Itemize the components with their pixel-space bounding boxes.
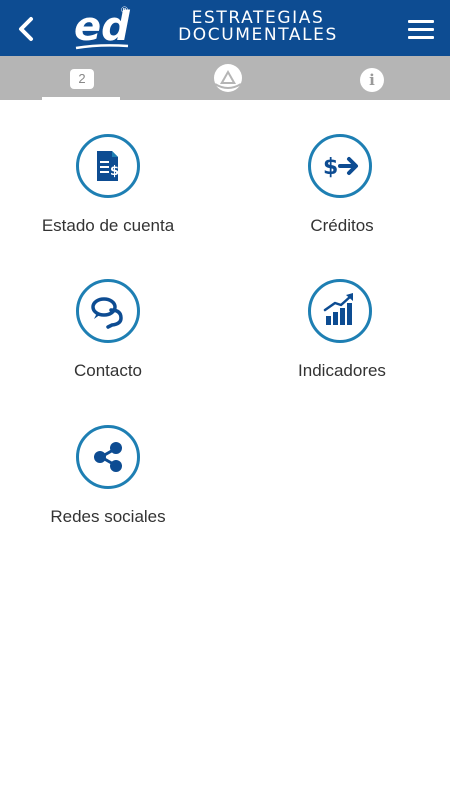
- menu-item-label: Contacto: [73, 361, 143, 380]
- menu-item-estado-de-cuenta[interactable]: $ Estado de cuenta: [8, 134, 208, 244]
- menu-item-creditos[interactable]: $ Créditos: [242, 134, 442, 244]
- svg-text:$: $: [323, 155, 338, 180]
- share-icon: [76, 425, 140, 489]
- menu-item-label: Créditos: [310, 216, 374, 235]
- notification-badge: 2: [70, 69, 94, 89]
- menu-item-label: Indicadores: [298, 361, 386, 380]
- info-icon: i: [360, 68, 384, 92]
- logo-registered-mark: ®: [120, 6, 129, 16]
- chat-bubbles-icon: [76, 279, 140, 343]
- invoice-dollar-icon: $: [76, 134, 140, 198]
- tab-bar: 2 i: [0, 56, 450, 100]
- hamburger-menu-icon: [408, 20, 436, 39]
- menu-item-indicadores[interactable]: Indicadores: [242, 279, 442, 389]
- menu-item-contacto[interactable]: Contacto: [8, 279, 208, 389]
- bar-chart-trend-icon: [308, 279, 372, 343]
- active-tab-indicator: [42, 97, 120, 100]
- svg-text:$: $: [110, 164, 119, 179]
- menu-button[interactable]: [408, 20, 436, 42]
- menu-item-redes-sociales[interactable]: Redes sociales: [8, 425, 208, 535]
- app-header: ed ® ESTRATEGIAS DOCUMENTALES: [0, 0, 450, 56]
- menu-item-label: Redes sociales: [50, 507, 166, 526]
- tab-info[interactable]: i: [352, 56, 392, 100]
- dollar-arrow-icon: $: [308, 134, 372, 198]
- brand-logo: ed ®: [70, 2, 136, 54]
- tab-home[interactable]: [208, 56, 248, 100]
- chevron-left-icon: [19, 17, 33, 41]
- menu-item-label: Estado de cuenta: [41, 216, 175, 235]
- tab-notifications[interactable]: 2: [42, 56, 120, 100]
- company-logo-icon: [214, 64, 242, 92]
- back-button[interactable]: [12, 14, 42, 44]
- brand-name: ESTRATEGIAS DOCUMENTALES: [140, 10, 376, 44]
- brand-line-2: DOCUMENTALES: [178, 25, 338, 45]
